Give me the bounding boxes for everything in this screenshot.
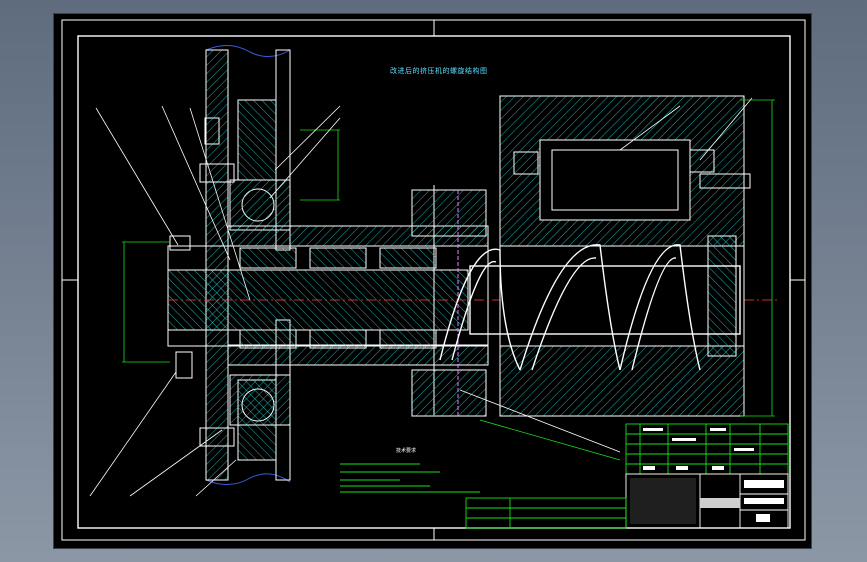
cad-drawing-canvas[interactable] bbox=[0, 0, 867, 562]
gearbox-housing bbox=[499, 95, 751, 417]
drawing-title: 改进后的挤压机的螺旋结构图 bbox=[390, 67, 488, 75]
title-block-fill bbox=[630, 478, 784, 524]
technical-notes bbox=[340, 463, 480, 493]
technical-notes-heading: 技术要求 bbox=[396, 448, 417, 454]
